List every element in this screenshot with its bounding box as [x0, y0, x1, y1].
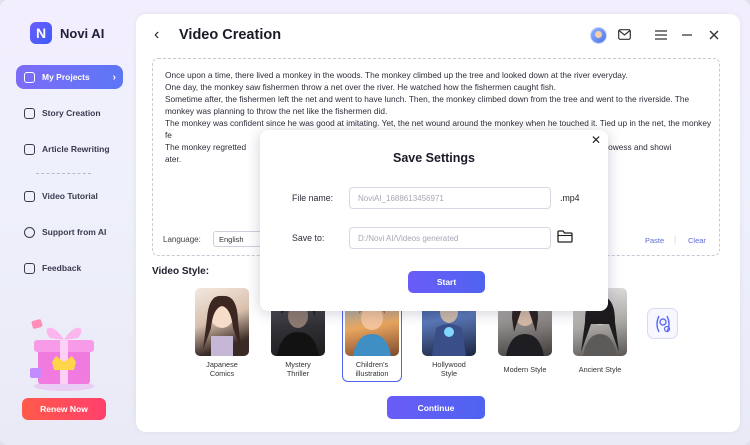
menu-icon[interactable] [655, 30, 667, 40]
sidebar-item-label: Video Tutorial [42, 191, 98, 201]
sidebar-item-my-projects[interactable]: My Projects › [16, 65, 123, 89]
save-to-label: Save to: [292, 233, 325, 243]
video-style-title: Video Style: [152, 266, 210, 277]
language-select[interactable]: English [213, 231, 265, 247]
mail-icon[interactable] [618, 29, 631, 40]
story-line: One day, the monkey saw fishermen throw … [165, 82, 556, 92]
close-icon[interactable] [709, 30, 719, 40]
file-name-input[interactable]: NoviAI_1688613456971 [349, 187, 551, 209]
avatar[interactable] [590, 27, 607, 44]
back-arrow-icon[interactable]: ‹ [154, 26, 159, 44]
paste-button[interactable]: Paste [645, 236, 664, 245]
renew-now-button[interactable]: Renew Now [22, 398, 106, 420]
style-label: Modern Style [503, 365, 547, 374]
headset-icon [24, 226, 35, 238]
file-extension: .mp4 [560, 193, 580, 203]
header: ‹ Video Creation [136, 14, 740, 56]
sidebar-item-label: Article Rewriting [42, 144, 110, 154]
style-label: Hollywood Style [432, 360, 466, 378]
folder-icon [24, 71, 35, 83]
close-icon[interactable]: ✕ [591, 133, 601, 147]
save-to-input[interactable]: D:/Novi AI/Videos generated [349, 227, 551, 249]
story-line: Sometime after, the fishermen left the n… [165, 94, 690, 116]
dialog-title: Save Settings [393, 151, 475, 165]
sidebar-divider [36, 173, 91, 174]
sidebar-item-support[interactable]: Support from AI [16, 220, 123, 244]
style-label: Children's illustration [355, 360, 389, 378]
minimize-icon[interactable] [682, 34, 692, 36]
clear-button[interactable]: Clear [688, 236, 706, 245]
app-logo: N Novi AI [30, 22, 104, 44]
sidebar-item-story-creation[interactable]: Story Creation [16, 101, 123, 125]
app-name: Novi AI [60, 25, 105, 41]
continue-button[interactable]: Continue [387, 396, 485, 419]
video-icon [24, 190, 35, 202]
story-line: Once upon a time, there lived a monkey i… [165, 70, 628, 80]
sidebar-item-feedback[interactable]: Feedback [16, 256, 123, 280]
chat-icon [24, 262, 35, 274]
separator: | [674, 235, 677, 244]
start-button[interactable]: Start [408, 271, 485, 293]
sidebar-item-label: Story Creation [42, 108, 101, 118]
folder-icon[interactable] [557, 230, 573, 243]
sidebar: N Novi AI My Projects › Story Creation A… [0, 0, 135, 445]
style-thumb-japanese-comics[interactable] [195, 288, 249, 356]
custom-style-button[interactable] [647, 308, 678, 339]
sidebar-item-label: My Projects [42, 72, 90, 82]
style-label: Ancient Style [578, 365, 622, 374]
style-label: Mystery Thriller [285, 360, 311, 378]
sidebar-item-label: Feedback [42, 263, 82, 273]
chevron-right-icon: › [112, 71, 116, 83]
sidebar-item-article-rewriting[interactable]: Article Rewriting [16, 137, 123, 161]
edit-icon [24, 143, 35, 155]
sidebar-item-label: Support from AI [42, 227, 107, 237]
file-name-label: File name: [292, 193, 334, 203]
sidebar-item-video-tutorial[interactable]: Video Tutorial [16, 184, 123, 208]
page-title: Video Creation [179, 27, 282, 43]
language-label: Language: [163, 235, 201, 244]
custom-style-icon [655, 315, 670, 332]
style-label: Japanese Comics [206, 360, 238, 378]
gift-icon [30, 319, 94, 391]
app-window: N Novi AI My Projects › Story Creation A… [0, 0, 750, 445]
book-icon [24, 107, 35, 119]
logo-icon: N [30, 22, 52, 44]
save-settings-dialog: ✕ Save Settings File name: NoviAI_168861… [260, 130, 608, 311]
